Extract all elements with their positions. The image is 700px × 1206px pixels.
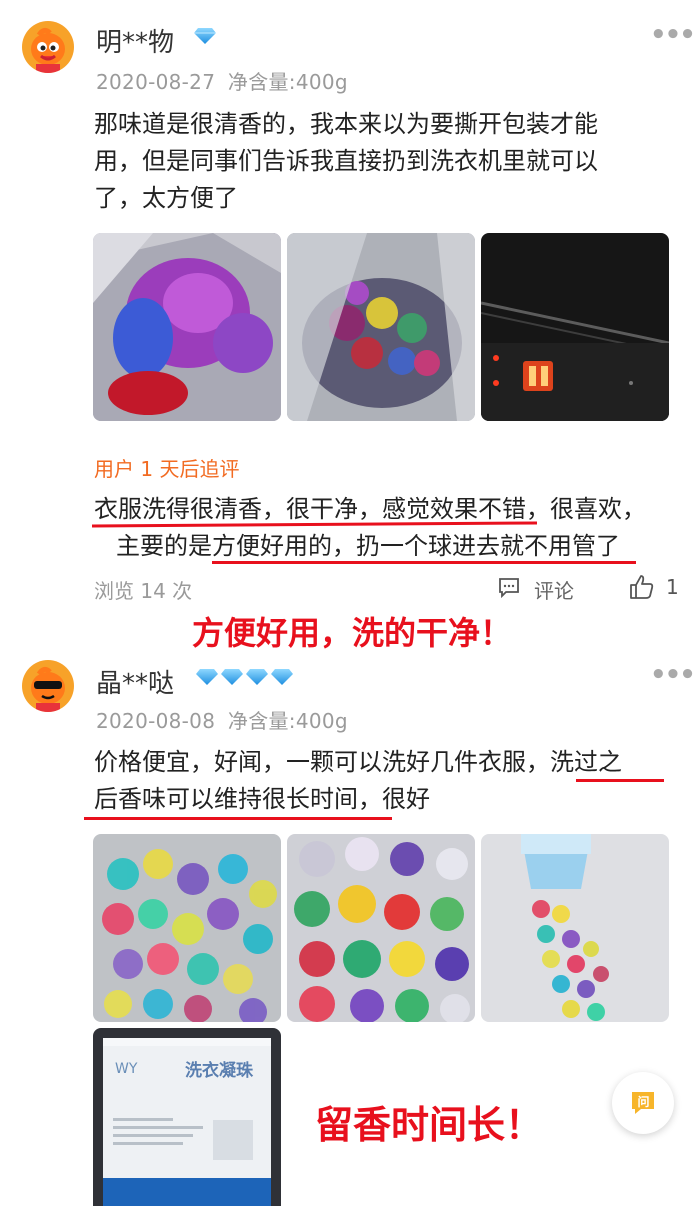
more-icon[interactable]: ••• — [650, 660, 696, 690]
highlight-underline — [212, 561, 636, 564]
views-count: 浏览 14 次 — [94, 579, 193, 603]
more-icon[interactable]: ••• — [650, 20, 696, 50]
review-photo[interactable] — [93, 233, 281, 421]
review-photo[interactable] — [287, 233, 475, 421]
review-text-line: 后香味可以维持很长时间，很好 — [94, 785, 430, 813]
review-photo[interactable] — [93, 834, 281, 1022]
followup-title: 用户 1 天后追评 — [94, 457, 240, 481]
review-text-line: 那味道是很清香的，我本来以为要撕开包装才能 — [94, 110, 598, 138]
highlight-underline — [576, 779, 664, 782]
review-meta: 2020-08-08 净含量:400g — [96, 705, 348, 734]
comment-button[interactable]: 评论 — [534, 575, 574, 604]
review-meta: 2020-08-27 净含量:400g — [96, 66, 348, 95]
avatar[interactable] — [22, 21, 74, 73]
package-label: 洗衣凝珠 — [185, 1061, 253, 1081]
followup-text: 衣服洗得很清香，很干净，感觉效果不错，很喜欢， 主要的是方便好用的，扔一个球进去… — [94, 491, 694, 565]
avatar[interactable] — [22, 660, 74, 712]
highlight-underline — [84, 817, 392, 820]
review-date: 2020-08-27 — [96, 70, 216, 94]
review-photo[interactable] — [287, 834, 475, 1022]
username[interactable]: 晶**哒 — [96, 663, 174, 700]
review-photo[interactable] — [481, 834, 669, 1022]
review-text-line: 了，太方便了 — [94, 184, 238, 212]
diamond-icon — [196, 669, 296, 689]
review-photo[interactable] — [481, 233, 669, 421]
followup-text-line: 主要的是方便好用的，扔一个球进去就不用管了 — [116, 532, 620, 560]
diamond-icon — [194, 28, 216, 48]
review-text-line: 用，但是同事们告诉我直接扔到洗衣机里就可以 — [94, 147, 598, 175]
review-spec: 净含量:400g — [227, 70, 348, 94]
overlay-caption: 方便好用，洗的干净！ — [192, 614, 513, 652]
review-date: 2020-08-08 — [96, 709, 216, 733]
like-count: 1 — [666, 575, 679, 599]
review-photo[interactable]: WY 洗衣凝珠 — [93, 1028, 281, 1206]
username[interactable]: 明**物 — [96, 22, 174, 59]
svg-text:WY: WY — [115, 1061, 138, 1077]
comment-icon[interactable] — [497, 575, 521, 603]
review-spec: 净含量:400g — [227, 709, 348, 733]
floating-question-button[interactable]: 问 — [612, 1072, 674, 1134]
svg-text:问: 问 — [638, 1094, 650, 1109]
overlay-caption: 留香时间长！ — [315, 1103, 544, 1147]
question-icon: 问 — [629, 1089, 657, 1121]
review-text-line: 价格便宜，好闻，一颗可以洗好几件衣服，洗过之 — [94, 748, 622, 776]
review-text: 那味道是很清香的，我本来以为要撕开包装才能 用，但是同事们告诉我直接扔到洗衣机里… — [94, 106, 684, 217]
thumbs-up-icon[interactable] — [628, 573, 656, 605]
